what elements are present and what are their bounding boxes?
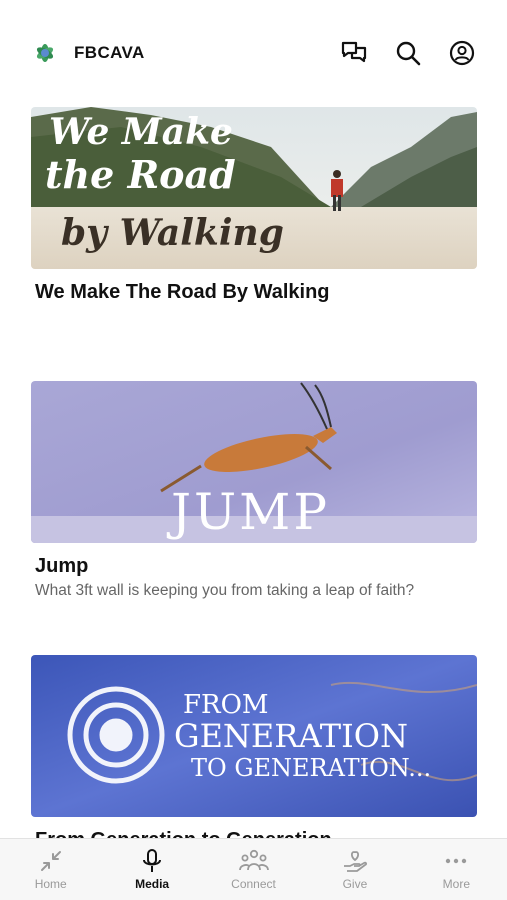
thumbnail-line-1: We Make	[49, 111, 233, 153]
tab-label: Give	[342, 877, 368, 891]
card-title: Jump	[35, 555, 89, 577]
chat-button[interactable]	[339, 38, 369, 68]
more-dots-icon	[446, 858, 467, 864]
account-icon	[449, 40, 475, 66]
thumbnail-line-2: the Road	[45, 152, 236, 197]
tab-label: Connect	[231, 877, 276, 891]
card-thumbnail-road: We Make the Road by Walking	[31, 107, 477, 269]
thumbnail-line-1: JUMP	[171, 483, 331, 541]
thumbnail-line-3: by Walking	[61, 212, 284, 254]
brand: FBCAVA	[30, 38, 145, 68]
brand-logo-icon	[36, 44, 54, 62]
tab-connect[interactable]: Connect	[203, 839, 304, 900]
tab-bar: Home Media Connect Give More	[0, 838, 507, 900]
thumbnail-line-2: GENERATION	[174, 717, 408, 755]
thumbnail-line-1: FROM	[183, 690, 269, 720]
app-header: FBCAVA	[30, 34, 477, 72]
tab-more[interactable]: More	[406, 839, 507, 900]
people-icon	[238, 849, 269, 871]
search-button[interactable]	[393, 38, 423, 68]
media-card-jump[interactable]: JUMP Jump What 3ft wall is keeping you f…	[31, 381, 477, 600]
brand-name: FBCAVA	[74, 43, 145, 62]
feed: We Make the Road by Walking We Make The …	[0, 0, 507, 840]
media-card-generation[interactable]: FROM GENERATION TO GENERATION... From Ge…	[31, 655, 477, 840]
tab-home[interactable]: Home	[0, 839, 101, 900]
account-button[interactable]	[447, 38, 477, 68]
card-thumbnail-generation: FROM GENERATION TO GENERATION...	[31, 655, 477, 817]
collapse-arrows-icon	[40, 851, 61, 871]
tab-label: More	[442, 877, 470, 891]
chat-icon	[341, 41, 367, 63]
heart-hand-icon	[343, 851, 367, 872]
card-title: We Make The Road By Walking	[35, 281, 330, 303]
card-thumbnail-jump: JUMP	[31, 381, 477, 543]
tab-label: Media	[135, 877, 170, 891]
search-icon	[396, 41, 421, 66]
microphone-icon	[143, 849, 162, 872]
tab-media[interactable]: Media	[101, 839, 202, 900]
thumbnail-line-3: TO GENERATION...	[191, 754, 432, 782]
header-actions	[339, 38, 477, 68]
card-subtitle: What 3ft wall is keeping you from taking…	[35, 582, 415, 599]
tab-give[interactable]: Give	[304, 839, 405, 900]
media-card-road[interactable]: We Make the Road by Walking We Make The …	[31, 107, 477, 304]
tab-label: Home	[34, 877, 67, 891]
